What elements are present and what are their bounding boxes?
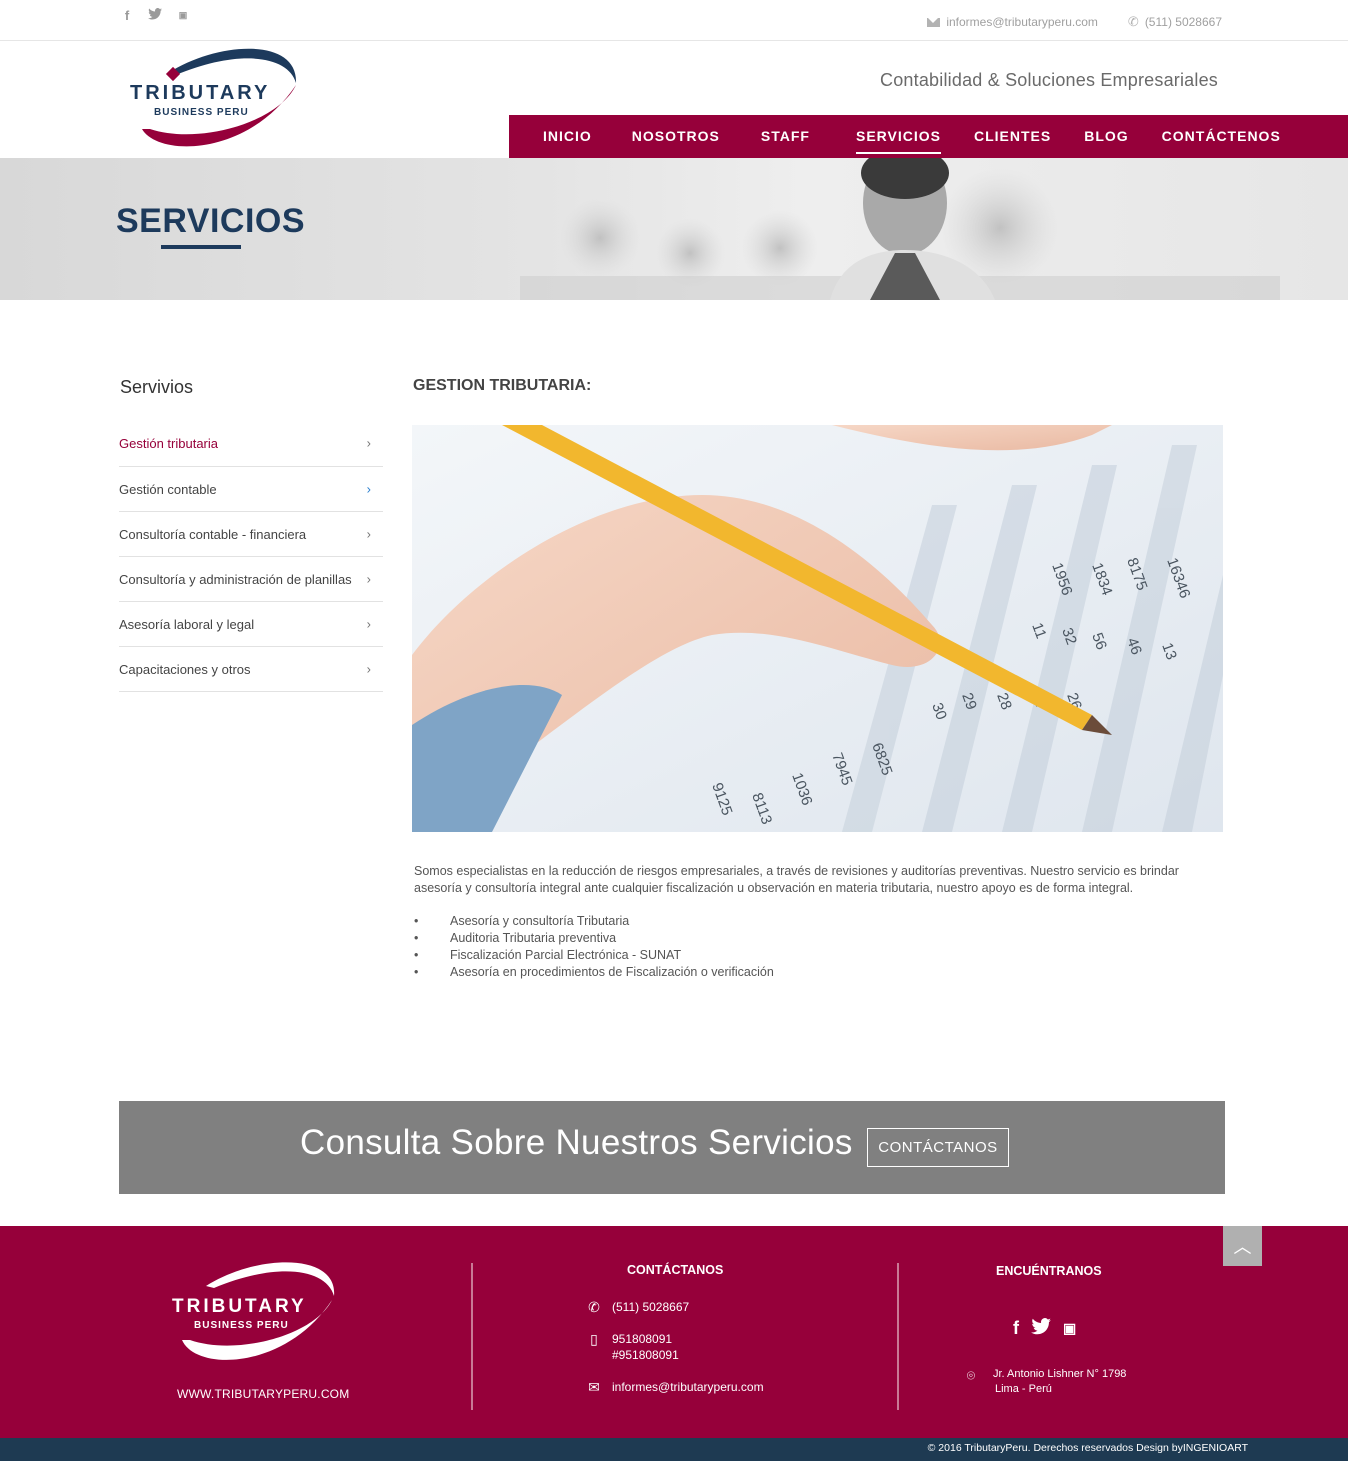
list-item: • Auditoria Tributaria preventiva	[414, 930, 774, 947]
phone-icon: ✆	[588, 1299, 600, 1315]
nav-contactenos[interactable]: CONTÁCTENOS	[1162, 126, 1281, 148]
back-to-top-button[interactable]: ︿	[1223, 1226, 1262, 1266]
facebook-icon[interactable]: f	[1013, 1318, 1019, 1340]
top-bar: f ▣ informes@tributaryperu.com ✆ (511) 5…	[0, 0, 1348, 41]
services-sidebar: Gestión tributaria › Gestión contable › …	[119, 420, 383, 692]
footer-email[interactable]: ✉ informes@tributaryperu.com	[586, 1379, 764, 1395]
svg-text:BUSINESS PERU: BUSINESS PERU	[154, 107, 249, 118]
footer-website-link[interactable]: WWW.TRIBUTARYPERU.COM	[177, 1387, 349, 1401]
top-phone[interactable]: ✆ (511) 5028667	[1128, 14, 1222, 30]
svg-text:TRIBUTARY: TRIBUTARY	[172, 1296, 307, 1317]
envelope-icon: ✉	[588, 1379, 600, 1395]
sidebar-item-capacitaciones[interactable]: Capacitaciones y otros ›	[119, 647, 383, 692]
envelope-icon	[927, 17, 941, 27]
chevron-right-icon: ›	[366, 526, 371, 542]
chevron-right-icon: ›	[366, 616, 371, 632]
sidebar-item-label: Consultoría y administración de planilla…	[119, 571, 352, 587]
bullet-marker: •	[414, 931, 419, 945]
svg-text:TRIBUTARY: TRIBUTARY	[130, 82, 270, 104]
twitter-icon[interactable]	[148, 8, 162, 23]
footer-contact-title: CONTÁCTANOS	[627, 1263, 724, 1277]
service-bullet-list: • Asesoría y consultoría Tributaria • Au…	[414, 913, 774, 981]
youtube-icon[interactable]: ▣	[1063, 1318, 1076, 1340]
service-image: 9125 8113 1036 7945 6825 30 29 28 27 26 …	[412, 425, 1223, 832]
sidebar-item-label: Capacitaciones y otros	[119, 661, 251, 677]
nav-servicios[interactable]: SERVICIOS	[855, 126, 941, 154]
footer-phone[interactable]: ✆ (511) 5028667	[586, 1299, 689, 1315]
top-email-text: informes@tributaryperu.com	[946, 15, 1098, 29]
nav-nosotros[interactable]: NOSOTROS	[632, 126, 720, 148]
footer-address-line2: Lima - Perú	[995, 1383, 1052, 1395]
footer-address-line1: Jr. Antonio Lishner N° 1798	[993, 1368, 1127, 1380]
bullet-marker: •	[414, 914, 419, 928]
footer-mobile-2: #951808091	[612, 1348, 679, 1362]
footer-find-title: ENCUÉNTRANOS	[996, 1264, 1102, 1278]
mobile-phone-icon: ▯	[590, 1331, 598, 1347]
sidebar-item-label: Asesoría laboral y legal	[119, 616, 255, 632]
footer-email-text: informes@tributaryperu.com	[612, 1380, 764, 1394]
footer-mobile[interactable]: ▯ 951808091 #951808091	[586, 1331, 679, 1363]
title-underline	[161, 245, 241, 249]
footer-phone-text: (511) 5028667	[612, 1300, 690, 1314]
service-description: Somos especialistas en la reducción de r…	[414, 864, 1179, 895]
site-header: TRIBUTARY BUSINESS PERU Contabilidad & S…	[0, 41, 1348, 158]
phone-icon: ✆	[1127, 14, 1139, 29]
copyright-bar: © 2016 TributaryPeru. Derechos reservado…	[0, 1438, 1348, 1461]
bullet-marker: •	[414, 948, 419, 962]
contact-cta-banner: Consulta Sobre Nuestros Servicios CONTÁC…	[119, 1101, 1225, 1194]
site-tagline: Contabilidad & Soluciones Empresariales	[880, 70, 1218, 90]
copyright-text: © 2016 TributaryPeru. Derechos reservado…	[927, 1442, 1248, 1454]
list-item: • Asesoría y consultoría Tributaria	[414, 913, 774, 930]
footer-logo[interactable]: TRIBUTARY BUSINESS PERU	[170, 1260, 344, 1368]
top-social-links: f ▣	[120, 8, 190, 23]
chevron-right-icon: ›	[366, 435, 371, 451]
brand-logo[interactable]: TRIBUTARY BUSINESS PERU	[128, 45, 308, 155]
top-phone-text: (511) 5028667	[1144, 15, 1222, 29]
list-item-text: Fiscalización Parcial Electrónica - SUNA…	[450, 948, 682, 962]
list-item-text: Asesoría en procedimientos de Fiscalizac…	[450, 965, 774, 979]
footer-mobile-1: 951808091	[612, 1332, 673, 1346]
bullet-marker: •	[414, 965, 419, 979]
chevron-right-icon: ›	[366, 661, 371, 677]
top-email[interactable]: informes@tributaryperu.com	[927, 14, 1098, 30]
sidebar-item-label: Gestión tributaria	[119, 435, 218, 451]
sidebar-item-label: Gestión contable	[119, 481, 217, 497]
page-title: SERVICIOS	[116, 202, 306, 240]
footer-address: ⌾ Jr. Antonio Lishner N° 1798 Lima - Per…	[963, 1367, 1127, 1397]
sidebar-item-gestion-tributaria[interactable]: Gestión tributaria ›	[119, 420, 383, 467]
footer-divider	[471, 1263, 473, 1410]
list-item-text: Asesoría y consultoría Tributaria	[450, 914, 630, 928]
footer-social-links: f ▣	[1013, 1318, 1076, 1340]
site-footer: ︿ TRIBUTARY BUSINESS PERU WWW.TRIBUTARYP…	[0, 1226, 1348, 1438]
sidebar-item-asesoria-laboral[interactable]: Asesoría laboral y legal ›	[119, 602, 383, 647]
top-contact: informes@tributaryperu.com ✆ (511) 50286…	[927, 14, 1222, 30]
list-item: • Asesoría en procedimientos de Fiscaliz…	[414, 964, 774, 981]
nav-inicio[interactable]: INICIO	[543, 126, 592, 148]
chevron-up-icon: ︿	[1233, 1237, 1252, 1257]
list-item-text: Auditoria Tributaria preventiva	[450, 931, 617, 945]
svg-text:BUSINESS PERU: BUSINESS PERU	[194, 1320, 289, 1331]
nav-blog[interactable]: BLOG	[1084, 126, 1128, 148]
sidebar-item-label: Consultoría contable - financiera	[119, 526, 307, 542]
cta-heading: Consulta Sobre Nuestros Servicios	[300, 1123, 853, 1162]
map-pin-icon: ⌾	[966, 1367, 976, 1383]
sidebar-item-consultoria-contable[interactable]: Consultoría contable - financiera ›	[119, 512, 383, 557]
twitter-icon[interactable]	[1031, 1318, 1051, 1340]
nav-clientes[interactable]: CLIENTES	[974, 126, 1051, 148]
service-title: GESTION TRIBUTARIA:	[413, 377, 592, 394]
facebook-icon[interactable]: f	[120, 8, 134, 23]
nav-staff[interactable]: STAFF	[761, 126, 810, 148]
sidebar-title: Servivios	[120, 377, 194, 397]
contactanos-button[interactable]: CONTÁCTANOS	[867, 1128, 1009, 1167]
footer-divider	[897, 1263, 899, 1410]
page-banner: SERVICIOS	[0, 158, 1348, 300]
chevron-right-icon: ›	[366, 571, 371, 587]
sidebar-item-gestion-contable[interactable]: Gestión contable ›	[119, 467, 383, 512]
main-navigation: INICIO NOSOTROS STAFF SERVICIOS CLIENTES…	[509, 115, 1348, 158]
youtube-icon[interactable]: ▣	[176, 8, 190, 23]
chevron-right-icon: ›	[366, 481, 371, 497]
list-item: • Fiscalización Parcial Electrónica - SU…	[414, 947, 774, 964]
sidebar-item-consultoria-planillas[interactable]: Consultoría y administración de planilla…	[119, 557, 383, 602]
